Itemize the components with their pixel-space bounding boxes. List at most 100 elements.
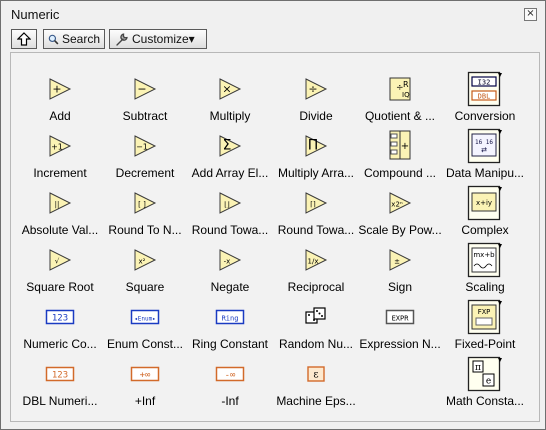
palette-item-label: Subtract xyxy=(122,109,168,123)
svg-text:Σ: Σ xyxy=(223,138,232,154)
svg-text:IQ: IQ xyxy=(402,91,410,99)
svg-text:x+iy: x+iy xyxy=(476,199,492,207)
palette-item-label: Complex xyxy=(461,223,509,237)
pos-infinity-icon: +∞ xyxy=(130,362,160,386)
svg-text:−: − xyxy=(137,83,146,96)
palette-item-label: Square Root xyxy=(26,280,94,294)
add-array-elements-icon: Σ xyxy=(218,134,242,158)
palette-item-label: Numeric Co... xyxy=(23,337,97,351)
scale-by-power-of-2-icon: x2ⁿ xyxy=(388,191,412,215)
subtract-icon: − xyxy=(133,77,157,101)
round-toward-pos-inf-icon: ⌈⌉ xyxy=(304,191,328,215)
numeric-palette-window: Numeric × Search Customize▾ + Add − Subtrac… xyxy=(0,0,546,430)
quotient-remainder-icon: R ÷ IQ xyxy=(388,77,412,101)
svg-text:EXPR: EXPR xyxy=(392,315,410,323)
increment-icon: +1 xyxy=(48,134,72,158)
svg-text:ε: ε xyxy=(313,370,318,381)
svg-text:||: || xyxy=(55,201,60,209)
title-bar[interactable]: Numeric × xyxy=(1,1,545,29)
svg-text:+: + xyxy=(52,83,61,96)
reciprocal-icon: 1/x xyxy=(304,248,328,272)
divide-icon: ÷ xyxy=(304,77,328,101)
palette-item-label: Sign xyxy=(387,280,413,294)
svg-text:e: e xyxy=(486,377,491,387)
close-button[interactable]: × xyxy=(524,8,537,21)
decrement-icon: −1 xyxy=(133,134,157,158)
neg-infinity-icon: -∞ xyxy=(215,362,245,386)
round-to-nearest-icon: [ ] xyxy=(133,191,157,215)
round-toward-neg-inf-icon: ⌊⌋ xyxy=(218,191,242,215)
complex-icon: x+iy xyxy=(467,185,502,221)
svg-text:123: 123 xyxy=(52,371,68,381)
svg-text:mx+b: mx+b xyxy=(473,251,495,259)
dbl-numeric-constant-icon: 123 xyxy=(45,362,75,386)
palette-item-label: Increment xyxy=(33,166,87,180)
svg-text:√: √ xyxy=(55,258,60,266)
palette-item-label: Multiply xyxy=(209,109,251,123)
svg-text:⌈⌉: ⌈⌉ xyxy=(310,201,315,209)
palette-item-label: +Inf xyxy=(134,394,156,408)
customize-button[interactable]: Customize▾ xyxy=(109,29,207,49)
absolute-value-icon: || xyxy=(48,191,72,215)
conversion-icon: I32 DBL xyxy=(467,71,502,107)
palette-item-label: Ring Constant xyxy=(191,337,269,351)
math-constants-icon: πe xyxy=(467,356,502,392)
fixed-point-icon: FXP xyxy=(467,299,502,335)
window-title: Numeric xyxy=(11,7,60,22)
negate-icon: -x xyxy=(218,248,242,272)
search-icon xyxy=(48,34,59,44)
palette-item-label: Enum Const... xyxy=(106,337,184,351)
palette-item-label: Add Array El... xyxy=(191,166,269,180)
up-button[interactable] xyxy=(11,29,37,49)
svg-text:x²: x² xyxy=(139,258,146,266)
multiply-array-elements-icon: Π xyxy=(304,134,328,158)
ring-constant-icon: Ring xyxy=(215,305,245,329)
svg-text:16 16: 16 16 xyxy=(475,139,493,146)
palette-item-label: Conversion xyxy=(454,109,516,123)
data-manipulation-icon: 16 16 ⇄ xyxy=(467,128,502,164)
svg-text:Ring: Ring xyxy=(222,315,239,323)
search-label: Search xyxy=(61,32,100,46)
square-root-icon: √ xyxy=(48,248,72,272)
palette-item-label: Fixed-Point xyxy=(454,337,516,351)
palette-item-label: Math Consta... xyxy=(445,394,525,408)
palette-item-label: Scaling xyxy=(465,280,505,294)
svg-text:+1: +1 xyxy=(51,143,63,152)
svg-text:+: + xyxy=(401,141,409,152)
svg-text:123: 123 xyxy=(52,314,68,324)
scaling-icon: mx+b xyxy=(467,242,502,278)
sign-icon: ± xyxy=(388,248,412,272)
palette-panel: + Add − Subtract × Multiply ÷ Divide R ÷ IQ Quotien… xyxy=(10,52,540,422)
svg-text:[ ]: [ ] xyxy=(138,201,146,209)
search-button[interactable]: Search xyxy=(43,29,105,49)
palette-item-label: Compound ... xyxy=(363,166,437,180)
svg-text:-x: -x xyxy=(224,258,231,266)
svg-text:+∞: +∞ xyxy=(140,371,151,381)
svg-text:I32: I32 xyxy=(478,79,491,87)
palette-item-label: Absolute Val... xyxy=(21,223,99,237)
svg-text:1/x: 1/x xyxy=(308,258,319,266)
add-icon: + xyxy=(48,77,72,101)
svg-text:FXP: FXP xyxy=(478,308,491,316)
palette-item-label: Quotient & ... xyxy=(364,109,436,123)
palette-item-label: Expression N... xyxy=(359,337,441,351)
compound-arithmetic-icon: + xyxy=(388,130,412,160)
palette-item-label: Machine Eps... xyxy=(276,394,356,408)
svg-text:R: R xyxy=(403,80,409,89)
multiply-icon: × xyxy=(218,77,242,101)
enum-constant-icon: ◂Enum▸ xyxy=(130,305,160,329)
customize-label: Customize▾ xyxy=(132,32,195,46)
palette-item-label: Decrement xyxy=(115,166,175,180)
palette-item-label: Add xyxy=(49,109,71,123)
svg-text:◂Enum▸: ◂Enum▸ xyxy=(134,316,156,323)
svg-text:⇄: ⇄ xyxy=(481,146,487,154)
palette-item-label: Square xyxy=(125,280,165,294)
palette-item-label: Scale By Pow... xyxy=(358,223,442,237)
machine-epsilon-icon: ε xyxy=(304,362,328,386)
palette-item-label: Round To N... xyxy=(108,223,182,237)
svg-text:±: ± xyxy=(394,258,400,266)
svg-text:÷: ÷ xyxy=(308,83,317,96)
up-arrow-icon xyxy=(17,32,31,46)
wrench-icon xyxy=(116,32,128,46)
palette-item-label: Reciprocal xyxy=(287,280,345,294)
